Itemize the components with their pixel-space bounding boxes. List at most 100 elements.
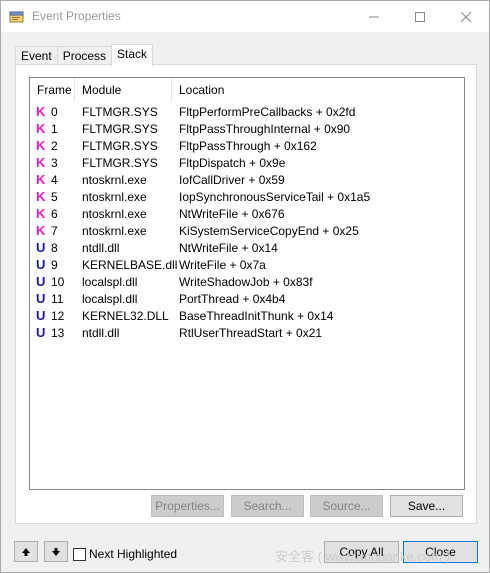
stack-frame-row[interactable]: U 13 ntdll.dll RtlUserThreadStart + 0x21: [30, 324, 464, 341]
frame-cell: K0: [30, 104, 75, 119]
stack-frame-row[interactable]: K 7 ntoskrnl.exe KiSystemServiceCopyEnd + 0…: [30, 222, 464, 239]
location-cell: RtlUserThreadStart + 0x21: [179, 325, 323, 340]
title-bar: Event Properties: [1, 1, 489, 32]
column-header-module[interactable]: Module: [75, 78, 172, 102]
arrow-up-icon: [22, 547, 30, 556]
module-cell: KERNEL32.DLL: [82, 308, 169, 323]
frame-number: 11: [51, 291, 64, 306]
stack-frame-row[interactable]: K 0 FLTMGR.SYS FltpPerformPreCallbacks + 0x…: [30, 103, 464, 120]
next-highlighted-option[interactable]: Next Highlighted: [73, 547, 177, 561]
next-highlighted-label: Next Highlighted: [89, 547, 178, 561]
properties-button[interactable]: Properties...: [151, 495, 224, 517]
next-event-button[interactable]: [44, 541, 68, 562]
module-cell: ntdll.dll: [82, 240, 120, 255]
frame-number: 5: [51, 189, 58, 204]
frame-number: 2: [51, 138, 58, 153]
frame-number: 12: [51, 308, 65, 323]
close-icon: [461, 11, 471, 22]
frame-cell: K7: [30, 223, 75, 238]
frame-cell: K1: [30, 121, 75, 136]
module-cell: ntoskrnl.exe: [82, 223, 147, 238]
source-button[interactable]: Source...: [310, 495, 383, 517]
stack-frame-row[interactable]: K 4 ntoskrnl.exe IofCallDriver + 0x59: [30, 171, 464, 188]
stack-frame-row[interactable]: K 2 FLTMGR.SYS FltpPassThrough + 0x162: [30, 137, 464, 154]
maximize-button[interactable]: [397, 1, 443, 32]
user-mode-icon: U: [36, 308, 46, 323]
frame-cell: U 10: [30, 274, 75, 289]
stack-frame-row[interactable]: K 5 ntoskrnl.exe IopSynchronousServiceTail …: [30, 188, 464, 205]
kernel-mode-icon: K: [36, 223, 46, 238]
stack-frame-row[interactable]: U 8 ntdll.dll NtWriteFile + 0x14: [30, 239, 464, 256]
frame-cell: K2: [30, 138, 75, 153]
kernel-mode-icon: K: [36, 155, 46, 170]
user-mode-icon: U: [36, 240, 46, 255]
next-highlighted-checkbox[interactable]: [73, 547, 86, 561]
module-cell: ntdll.dll: [82, 325, 120, 340]
user-mode-icon: U: [36, 274, 46, 289]
event-properties-icon: [9, 9, 25, 23]
module-cell: localspl.dll: [82, 274, 138, 289]
frame-cell: K4: [30, 172, 75, 187]
kernel-mode-icon: K: [36, 121, 46, 136]
close-window-button[interactable]: [443, 1, 489, 32]
minimize-button[interactable]: [351, 1, 397, 32]
location-cell: WriteShadowJob + 0x83f: [179, 274, 313, 289]
kernel-mode-icon: K: [36, 138, 46, 153]
location-cell: BaseThreadInitThunk + 0x14: [179, 308, 334, 323]
stack-rows: K 0 FLTMGR.SYS FltpPerformPreCallbacks + 0x…: [30, 103, 464, 341]
module-cell: ntoskrnl.exe: [82, 189, 147, 204]
module-cell: FLTMGR.SYS: [82, 138, 158, 153]
module-cell: localspl.dll: [82, 291, 138, 306]
frame-number: 1: [51, 121, 58, 136]
frame-number: 0: [51, 104, 58, 119]
frame-cell: U 11: [30, 291, 75, 306]
frame-cell: K5: [30, 189, 75, 204]
minimize-icon: [369, 16, 379, 17]
tab-event[interactable]: Event: [15, 46, 58, 66]
search-button[interactable]: Search...: [231, 495, 304, 517]
frame-cell: K6: [30, 206, 75, 221]
stack-list[interactable]: Frame Module Location K 0 FLTMGR.SYS FltpPe…: [29, 77, 465, 490]
location-cell: PortThread + 0x4b4: [179, 291, 286, 306]
column-header-location[interactable]: Location: [172, 78, 352, 102]
stack-frame-row[interactable]: U 11 localspl.dll PortThread + 0x4b4: [30, 290, 464, 307]
user-mode-icon: U: [36, 291, 46, 306]
stack-frame-row[interactable]: U 9 KERNELBASE.dll WriteFile + 0x7a: [30, 256, 464, 273]
stack-frame-row[interactable]: K 6 ntoskrnl.exe NtWriteFile + 0x676: [30, 205, 464, 222]
module-cell: FLTMGR.SYS: [82, 121, 158, 136]
window-title: Event Properties: [32, 9, 121, 23]
frame-number: 8: [51, 240, 58, 255]
kernel-mode-icon: K: [36, 172, 46, 187]
kernel-mode-icon: K: [36, 104, 46, 119]
stack-tab-panel: Frame Module Location K 0 FLTMGR.SYS FltpPe…: [15, 64, 477, 524]
frame-cell: U8: [30, 240, 75, 255]
frame-cell: U 12: [30, 308, 75, 323]
frame-number: 13: [51, 325, 65, 340]
previous-event-button[interactable]: [14, 541, 38, 562]
column-header-frame[interactable]: Frame: [30, 78, 75, 102]
location-cell: IopSynchronousServiceTail + 0x1a5: [179, 189, 371, 204]
maximize-icon: [415, 11, 425, 22]
location-cell: FltpPassThrough + 0x162: [179, 138, 317, 153]
tab-strip: Event Process Stack: [15, 44, 154, 66]
location-cell: NtWriteFile + 0x676: [179, 206, 285, 221]
tab-process[interactable]: Process: [56, 46, 113, 66]
location-cell: KiSystemServiceCopyEnd + 0x25: [179, 223, 359, 238]
location-cell: IofCallDriver + 0x59: [179, 172, 285, 187]
frame-number: 9: [51, 257, 58, 272]
tab-stack[interactable]: Stack: [111, 44, 154, 66]
frame-cell: U9: [30, 257, 75, 272]
user-mode-icon: U: [36, 257, 46, 272]
module-cell: FLTMGR.SYS: [82, 155, 158, 170]
location-cell: FltpDispatch + 0x9e: [179, 155, 286, 170]
save-button[interactable]: Save...: [390, 495, 463, 517]
stack-frame-row[interactable]: U 10 localspl.dll WriteShadowJob + 0x83f: [30, 273, 464, 290]
frame-number: 6: [51, 206, 58, 221]
frame-cell: U 13: [30, 325, 75, 340]
kernel-mode-icon: K: [36, 189, 46, 204]
stack-frame-row[interactable]: U 12 KERNEL32.DLL BaseThreadInitThunk + 0x1…: [30, 307, 464, 324]
user-mode-icon: U: [36, 325, 46, 340]
module-cell: ntoskrnl.exe: [82, 206, 147, 221]
stack-frame-row[interactable]: K 3 FLTMGR.SYS FltpDispatch + 0x9e: [30, 154, 464, 171]
stack-frame-row[interactable]: K 1 FLTMGR.SYS FltpPassThroughInternal + 0x…: [30, 120, 464, 137]
